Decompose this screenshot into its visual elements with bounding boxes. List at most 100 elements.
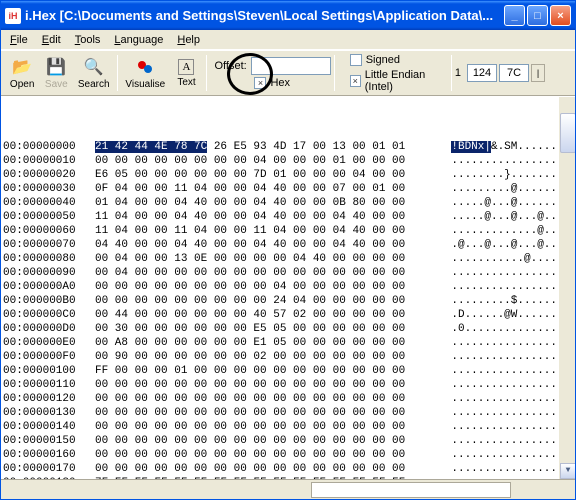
search-button[interactable]: 🔍Search — [73, 55, 114, 92]
hex-row[interactable]: 00:0000004001 04 00 00 04 40 00 00 04 40… — [1, 196, 575, 210]
hex-row[interactable]: 00:00000100FF 00 00 00 01 00 00 00 00 00… — [1, 364, 575, 378]
bytes[interactable]: 00 00 00 00 00 00 00 00 00 00 00 00 00 0… — [91, 420, 405, 434]
hex-row[interactable]: 00:0000011000 00 00 00 00 00 00 00 00 00… — [1, 378, 575, 392]
scroll-down-button[interactable]: ▼ — [560, 463, 575, 479]
hex-row[interactable]: 00:0000014000 00 00 00 00 00 00 00 00 00… — [1, 420, 575, 434]
page-dec-input[interactable] — [467, 64, 497, 82]
hex-row[interactable]: 00:0000005011 04 00 00 04 40 00 00 04 40… — [1, 210, 575, 224]
bytes[interactable]: 00 00 00 00 00 00 00 00 00 00 00 00 00 0… — [91, 448, 405, 462]
hex-row[interactable]: 00:00000020E6 05 00 00 00 00 00 00 7D 01… — [1, 168, 575, 182]
bytes[interactable]: 00 30 00 00 00 00 00 00 E5 05 00 00 00 0… — [91, 322, 405, 336]
hex-row[interactable]: 00:0000006011 04 00 00 11 04 00 00 11 04… — [1, 224, 575, 238]
ascii[interactable]: ................ — [451, 378, 557, 392]
ascii[interactable]: .....@...@...@.. — [451, 210, 557, 224]
signed-checkbox[interactable] — [350, 54, 362, 66]
scroll-thumb[interactable] — [560, 113, 575, 153]
page-hex-input[interactable] — [499, 64, 529, 82]
open-button[interactable]: 📂Open — [5, 55, 39, 92]
hex-row[interactable]: 00:0000017000 00 00 00 00 00 00 00 00 00… — [1, 462, 575, 476]
bytes[interactable]: 21 42 44 4E 78 7C 26 E5 93 4D 17 00 13 0… — [91, 140, 405, 154]
bytes[interactable]: 00 00 00 00 00 00 00 00 00 00 00 00 00 0… — [91, 392, 405, 406]
ascii[interactable]: ................ — [451, 350, 557, 364]
hex-row[interactable]: 00:000000F000 90 00 00 00 00 00 00 02 00… — [1, 350, 575, 364]
close-button[interactable]: × — [550, 5, 571, 26]
bytes[interactable]: 00 00 00 00 00 00 00 00 00 04 00 00 00 0… — [91, 280, 405, 294]
bytes[interactable]: 00 44 00 00 00 00 00 00 40 57 02 00 00 0… — [91, 308, 405, 322]
vertical-scrollbar[interactable]: ▲ ▼ — [559, 97, 575, 479]
endian-checkbox[interactable]: × — [350, 75, 361, 87]
visualise-button[interactable]: Visualise — [121, 55, 169, 92]
hex-checkbox[interactable]: × — [254, 77, 266, 89]
hex-row[interactable]: 00:000000C000 44 00 00 00 00 00 00 40 57… — [1, 308, 575, 322]
ascii[interactable]: ................ — [451, 266, 557, 280]
ascii[interactable]: ................ — [451, 154, 557, 168]
bytes[interactable]: 00 04 00 00 13 0E 00 00 00 00 04 40 00 0… — [91, 252, 405, 266]
offset-input[interactable] — [251, 57, 331, 75]
titlebar[interactable]: iH i.Hex [C:\Documents and Settings\Stev… — [1, 1, 575, 30]
hex-row[interactable]: 00:0000007004 40 00 00 04 40 00 00 04 40… — [1, 238, 575, 252]
bytes[interactable]: 01 04 00 00 04 40 00 00 04 40 00 00 0B 8… — [91, 196, 405, 210]
bytes[interactable]: E6 05 00 00 00 00 00 00 7D 01 00 00 00 0… — [91, 168, 405, 182]
hex-row[interactable]: 00:0000000021 42 44 4E 78 7C 26 E5 93 4D… — [1, 140, 575, 154]
menu-language[interactable]: Language — [107, 32, 170, 48]
ascii[interactable]: .........@...... — [451, 182, 557, 196]
ascii[interactable]: ................ — [451, 280, 557, 294]
ascii[interactable]: .0.............. — [451, 322, 557, 336]
ascii[interactable]: .............@.. — [451, 224, 557, 238]
ascii[interactable]: !BDNx|&.SM...... — [451, 140, 557, 154]
ascii[interactable]: ...........@.... — [451, 252, 557, 266]
hex-row[interactable]: 00:0000013000 00 00 00 00 00 00 00 00 00… — [1, 406, 575, 420]
hex-row[interactable]: 00:000000E000 A8 00 00 00 00 00 00 E1 05… — [1, 336, 575, 350]
hex-row[interactable]: 00:000000D000 30 00 00 00 00 00 00 E5 05… — [1, 322, 575, 336]
ascii[interactable]: ................ — [451, 420, 557, 434]
ascii[interactable]: ................ — [451, 336, 557, 350]
bytes[interactable]: 00 00 00 00 00 00 00 00 04 00 00 00 01 0… — [91, 154, 405, 168]
maximize-button[interactable]: □ — [527, 5, 548, 26]
ascii[interactable]: ................ — [451, 462, 557, 476]
bytes[interactable]: 7F FF FF FF FF FF FF FF FF FF FF FF FF F… — [91, 476, 405, 479]
menu-edit[interactable]: Edit — [35, 32, 68, 48]
ascii[interactable]: ................ — [451, 434, 557, 448]
little-endian-option[interactable]: ×Little Endian (Intel) — [350, 69, 448, 93]
ascii[interactable]: .@...@...@...@.. — [451, 238, 557, 252]
bytes[interactable]: 00 90 00 00 00 00 00 00 02 00 00 00 00 0… — [91, 350, 405, 364]
ascii[interactable]: .........$...... — [451, 294, 557, 308]
page-end-button[interactable]: | — [531, 64, 545, 82]
ascii[interactable]: ................ — [451, 392, 557, 406]
hex-row[interactable]: 00:0000016000 00 00 00 00 00 00 00 00 00… — [1, 448, 575, 462]
bytes[interactable]: 0F 04 00 00 11 04 00 00 04 40 00 00 07 0… — [91, 182, 405, 196]
ascii[interactable]: ................ — [451, 448, 557, 462]
ascii[interactable]: ................ — [451, 476, 557, 479]
bytes[interactable]: 00 04 00 00 00 00 00 00 00 00 00 00 00 0… — [91, 266, 405, 280]
ascii[interactable]: .D......@W...... — [451, 308, 557, 322]
text-button[interactable]: AText — [169, 57, 203, 90]
ascii[interactable]: ................ — [451, 406, 557, 420]
bytes[interactable]: FF 00 00 00 01 00 00 00 00 00 00 00 00 0… — [91, 364, 405, 378]
bytes[interactable]: 11 04 00 00 04 40 00 00 04 40 00 00 04 4… — [91, 210, 405, 224]
hex-row[interactable]: 00:000000B000 00 00 00 00 00 00 00 00 24… — [1, 294, 575, 308]
ascii[interactable]: ........}....... — [451, 168, 557, 182]
bytes[interactable]: 00 00 00 00 00 00 00 00 00 00 00 00 00 0… — [91, 406, 405, 420]
menu-file[interactable]: File — [3, 32, 35, 48]
bytes[interactable]: 00 00 00 00 00 00 00 00 00 24 04 00 00 0… — [91, 294, 405, 308]
hex-row[interactable]: 00:0000008000 04 00 00 13 0E 00 00 00 00… — [1, 252, 575, 266]
hex-row[interactable]: 00:0000009000 04 00 00 00 00 00 00 00 00… — [1, 266, 575, 280]
bytes[interactable]: 04 40 00 00 04 40 00 00 04 40 00 00 04 4… — [91, 238, 405, 252]
bytes[interactable]: 00 00 00 00 00 00 00 00 00 00 00 00 00 0… — [91, 434, 405, 448]
ascii[interactable]: ................ — [451, 364, 557, 378]
bytes[interactable]: 00 00 00 00 00 00 00 00 00 00 00 00 00 0… — [91, 462, 405, 476]
minimize-button[interactable]: _ — [504, 5, 525, 26]
signed-option[interactable]: Signed — [350, 54, 448, 66]
bytes[interactable]: 00 00 00 00 00 00 00 00 00 00 00 00 00 0… — [91, 378, 405, 392]
menu-tools[interactable]: Tools — [68, 32, 108, 48]
hex-row[interactable]: 00:000000300F 04 00 00 11 04 00 00 04 40… — [1, 182, 575, 196]
bytes[interactable]: 11 04 00 00 11 04 00 00 11 04 00 00 04 4… — [91, 224, 405, 238]
ascii[interactable]: .....@...@...... — [451, 196, 557, 210]
hex-row[interactable]: 00:0000012000 00 00 00 00 00 00 00 00 00… — [1, 392, 575, 406]
bytes[interactable]: 00 A8 00 00 00 00 00 00 E1 05 00 00 00 0… — [91, 336, 405, 350]
hex-row[interactable]: 00:000000A000 00 00 00 00 00 00 00 00 04… — [1, 280, 575, 294]
hex-row[interactable]: 00:0000015000 00 00 00 00 00 00 00 00 00… — [1, 434, 575, 448]
hex-row[interactable]: 00:0000001000 00 00 00 00 00 00 00 04 00… — [1, 154, 575, 168]
menu-help[interactable]: Help — [170, 32, 207, 48]
hex-row[interactable]: 00:000001807F FF FF FF FF FF FF FF FF FF… — [1, 476, 575, 479]
